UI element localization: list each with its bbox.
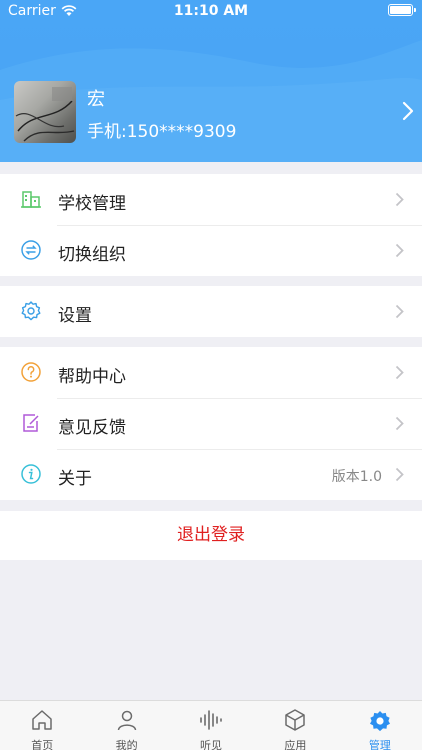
status-bar: Carrier 11:10 AM <box>0 0 422 22</box>
menu-group-school: 学校管理 切换组织 <box>0 174 422 276</box>
menu-item-label: 帮助中心 <box>58 367 126 387</box>
menu-item-about[interactable]: 关于 版本1.0 <box>0 449 422 500</box>
chevron-right-icon <box>395 467 404 482</box>
menu-item-label: 设置 <box>58 306 92 326</box>
person-icon <box>117 710 136 731</box>
menu-item-switch-organization[interactable]: 切换组织 <box>0 225 422 276</box>
menu-item-label: 学校管理 <box>58 194 126 214</box>
chevron-right-icon <box>395 304 404 319</box>
menu-item-settings[interactable]: 设置 <box>0 286 422 337</box>
building-icon <box>21 191 41 208</box>
chevron-right-icon <box>395 416 404 431</box>
cube-icon <box>285 709 306 731</box>
feedback-icon <box>23 414 39 432</box>
profile-row[interactable]: 宏 手机:150****9309 <box>14 81 414 143</box>
home-icon <box>32 710 52 730</box>
tab-home[interactable]: 首页 <box>0 701 84 750</box>
question-icon <box>21 362 41 382</box>
chevron-right-icon <box>395 243 404 258</box>
tab-mine[interactable]: 我的 <box>84 701 168 750</box>
menu-group-settings: 设置 <box>0 286 422 337</box>
gear-icon <box>369 711 390 732</box>
soundwave-icon <box>200 710 222 730</box>
chevron-right-icon <box>395 192 404 207</box>
user-name: 宏 <box>87 89 105 110</box>
menu-item-label: 意见反馈 <box>58 418 126 438</box>
menu-item-label: 切换组织 <box>58 245 126 265</box>
logout-button[interactable]: 退出登录 <box>0 511 422 560</box>
gear-icon <box>21 301 41 321</box>
tab-label: 管理 <box>368 739 391 750</box>
menu-item-label: 关于 <box>58 469 92 489</box>
menu-group-help: 帮助中心 意见反馈 关于 版本1.0 <box>0 347 422 500</box>
tab-label: 我的 <box>115 739 138 750</box>
menu-item-school-management[interactable]: 学校管理 <box>0 174 422 225</box>
avatar[interactable] <box>14 81 76 143</box>
info-icon <box>21 464 41 484</box>
tab-label: 听见 <box>200 739 223 750</box>
user-phone: 手机:150****9309 <box>87 122 237 142</box>
menu-item-help-center[interactable]: 帮助中心 <box>0 347 422 398</box>
battery-icon <box>388 4 416 16</box>
tab-label: 首页 <box>31 739 54 750</box>
status-time: 11:10 AM <box>173 3 249 19</box>
menu-item-feedback[interactable]: 意见反馈 <box>0 398 422 449</box>
tab-label: 应用 <box>284 739 307 750</box>
avatar-photo <box>15 87 75 142</box>
tab-manage[interactable]: 管理 <box>338 701 422 750</box>
tab-apps[interactable]: 应用 <box>253 701 337 750</box>
tab-bar: 首页 我的 听见 应用 管理 <box>0 700 422 750</box>
tab-listen[interactable]: 听见 <box>169 701 253 750</box>
chevron-right-icon <box>402 101 414 121</box>
chevron-right-icon <box>395 365 404 380</box>
switch-icon <box>21 240 41 260</box>
version-value: 版本1.0 <box>331 469 382 485</box>
